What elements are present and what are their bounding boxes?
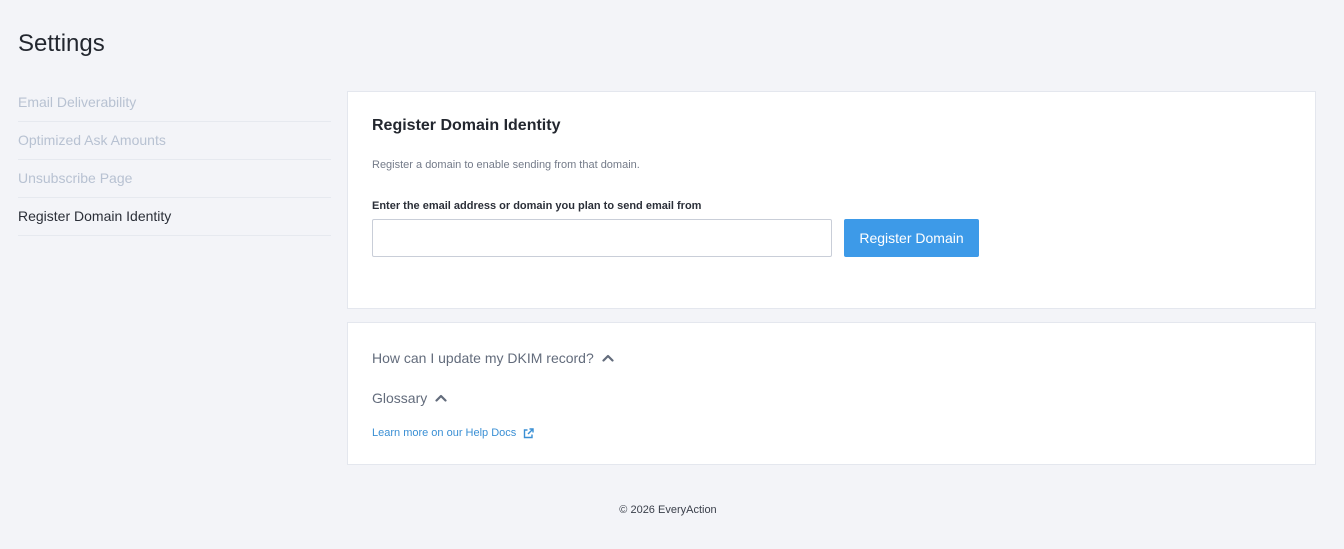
page-title: Settings — [18, 30, 105, 57]
sidebar-item-email-deliverability[interactable]: Email Deliverability — [18, 84, 331, 122]
card-title: Register Domain Identity — [372, 117, 561, 134]
domain-input[interactable] — [372, 219, 832, 257]
help-docs-link-label: Learn more on our Help Docs — [372, 427, 517, 439]
register-domain-button[interactable]: Register Domain — [844, 219, 979, 257]
settings-sidebar: Email Deliverability Optimized Ask Amoun… — [18, 84, 331, 236]
sidebar-item-register-domain-identity[interactable]: Register Domain Identity — [18, 198, 331, 236]
external-link-icon — [524, 427, 534, 438]
domain-field-label: Enter the email address or domain you pl… — [372, 200, 702, 212]
card-description: Register a domain to enable sending from… — [372, 159, 640, 171]
chevron-up-icon — [602, 354, 614, 362]
dkim-accordion-label: How can I update my DKIM record? — [372, 350, 594, 366]
glossary-accordion-label: Glossary — [372, 390, 428, 406]
dkim-accordion-toggle[interactable]: How can I update my DKIM record? — [372, 350, 614, 366]
help-card: How can I update my DKIM record? Glossar… — [347, 322, 1316, 465]
sidebar-item-optimized-ask-amounts[interactable]: Optimized Ask Amounts — [18, 122, 331, 160]
chevron-up-icon — [435, 394, 447, 402]
sidebar-item-unsubscribe-page[interactable]: Unsubscribe Page — [18, 160, 331, 198]
glossary-accordion-toggle[interactable]: Glossary — [372, 390, 447, 406]
help-docs-link[interactable]: Learn more on our Help Docs — [372, 427, 534, 439]
register-domain-card: Register Domain Identity Register a doma… — [347, 91, 1316, 309]
footer-copyright: © 2026 EveryAction — [619, 504, 717, 516]
